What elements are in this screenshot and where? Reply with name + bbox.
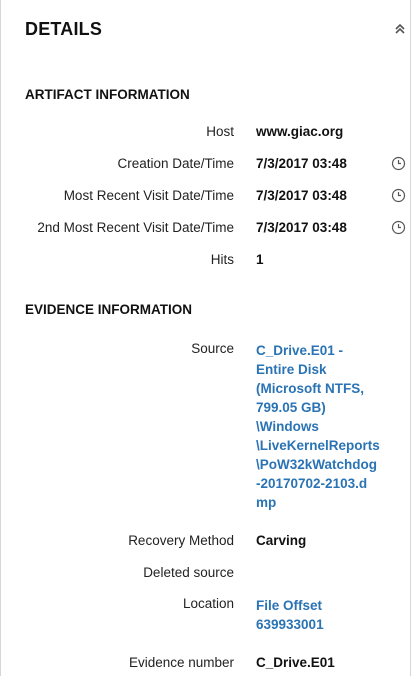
panel-title: DETAILS bbox=[25, 19, 103, 39]
creation-datetime-value: 7/3/2017 03:48 bbox=[256, 156, 347, 171]
hits-value: 1 bbox=[256, 252, 264, 267]
clock-icon[interactable] bbox=[391, 156, 406, 171]
hits-label: Hits bbox=[210, 252, 234, 267]
evidence-section-heading: EVIDENCE INFORMATION bbox=[25, 302, 193, 317]
source-label: Source bbox=[191, 341, 234, 356]
evidence-number-value: C_Drive.E01 bbox=[256, 655, 335, 670]
details-panel: DETAILS ARTIFACT INFORMATION Host www.gi… bbox=[0, 0, 411, 676]
source-link[interactable]: C_Drive.E01 - Entire Disk (Microsoft NTF… bbox=[256, 341, 386, 512]
clock-icon[interactable] bbox=[391, 188, 406, 203]
location-label: Location bbox=[182, 596, 234, 611]
recent-visit-label: Most Recent Visit Date/Time bbox=[63, 188, 234, 203]
recovery-method-value: Carving bbox=[256, 533, 307, 548]
second-recent-visit-value: 7/3/2017 03:48 bbox=[256, 220, 347, 235]
collapse-chevrons-icon[interactable] bbox=[393, 22, 407, 36]
second-recent-visit-label: 2nd Most Recent Visit Date/Time bbox=[37, 220, 234, 235]
host-value: www.giac.org bbox=[256, 124, 344, 139]
recent-visit-value: 7/3/2017 03:48 bbox=[256, 188, 347, 203]
creation-datetime-label: Creation Date/Time bbox=[117, 156, 234, 171]
location-link[interactable]: File Offset 639933001 bbox=[256, 596, 386, 634]
recovery-method-label: Recovery Method bbox=[128, 533, 234, 548]
clock-icon[interactable] bbox=[391, 220, 406, 235]
host-label: Host bbox=[206, 124, 234, 139]
artifact-section-heading: ARTIFACT INFORMATION bbox=[25, 87, 190, 102]
deleted-source-label: Deleted source bbox=[143, 565, 234, 580]
evidence-number-label: Evidence number bbox=[128, 655, 234, 670]
